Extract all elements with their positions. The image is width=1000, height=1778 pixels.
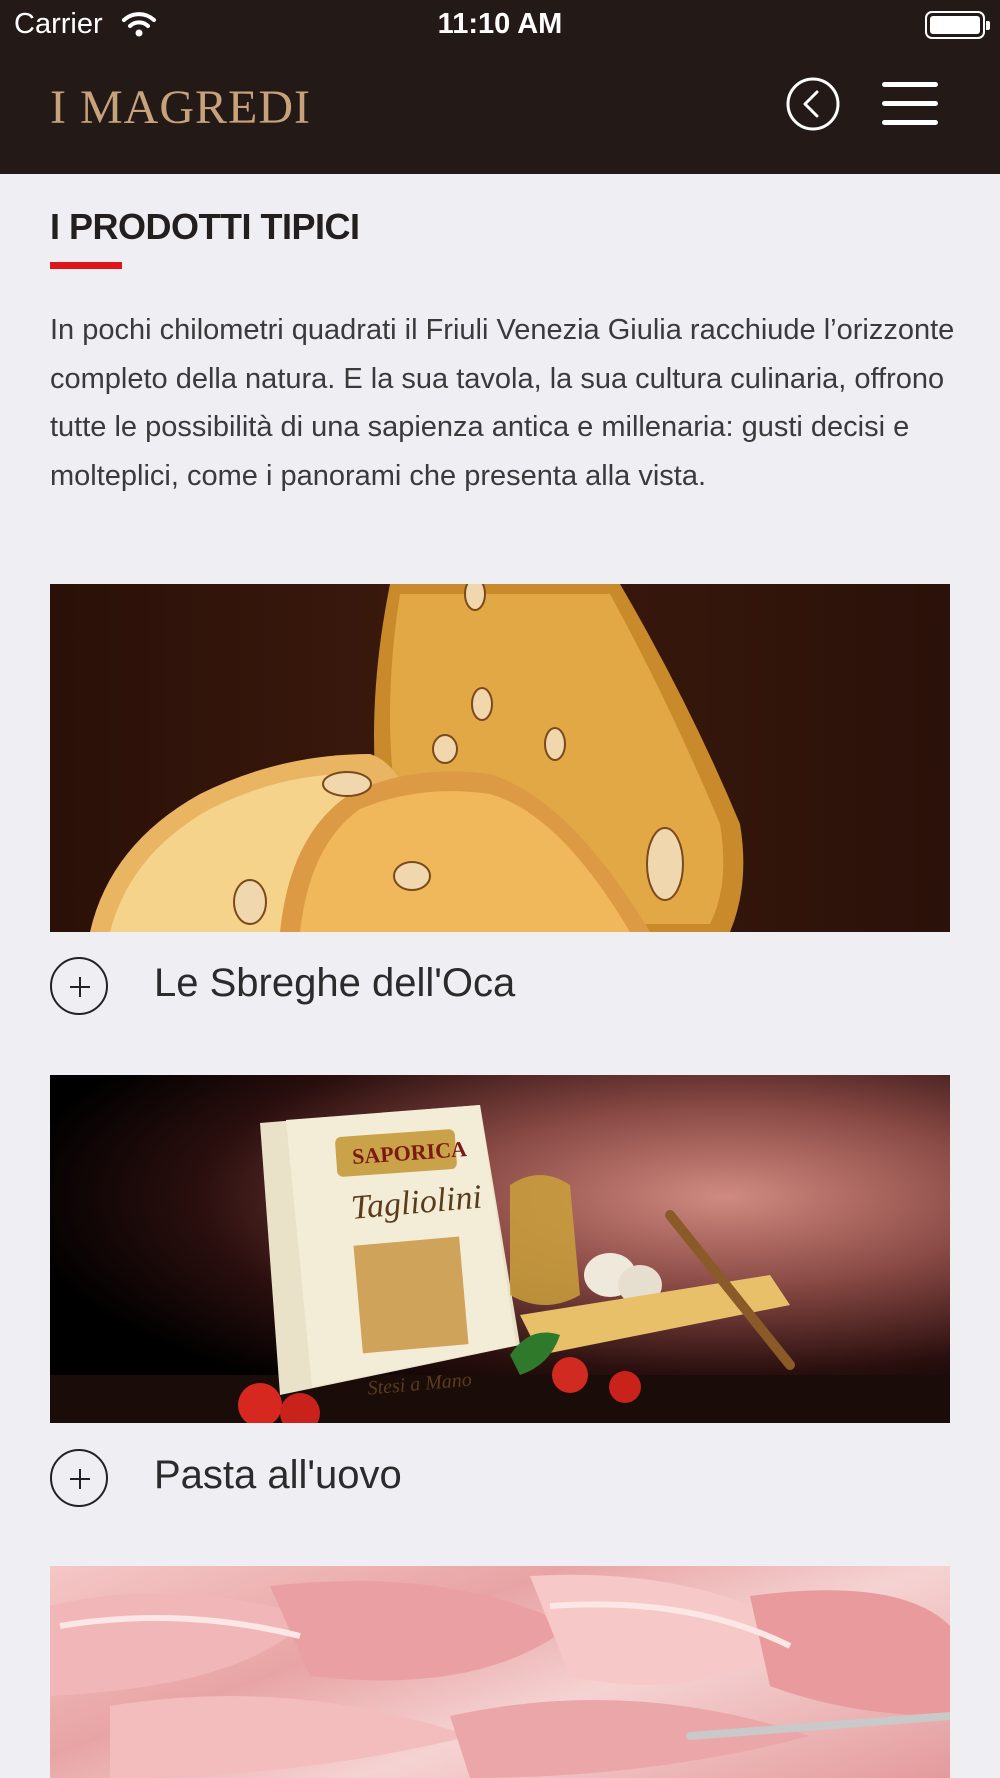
product-row-pasta[interactable]: Pasta all'uovo bbox=[50, 1449, 950, 1509]
plus-circle-icon[interactable] bbox=[50, 1449, 108, 1507]
app-logo[interactable]: I MAGREDI bbox=[50, 80, 311, 135]
product-row-sbreghe[interactable]: Le Sbreghe dell'Oca bbox=[50, 957, 950, 1017]
app-header: Carrier 11:10 AM I MAGREDI bbox=[0, 0, 1000, 174]
back-circle-icon[interactable] bbox=[786, 77, 840, 131]
product-label[interactable]: Le Sbreghe dell'Oca bbox=[154, 961, 515, 1006]
pasta-illustration: SAPORICA Tagliolini Stesi a Mano bbox=[50, 1105, 950, 1423]
prosciutto-illustration bbox=[50, 1574, 950, 1778]
intro-text: In pochi chilometri quadrati il Friuli V… bbox=[50, 314, 955, 492]
product-image-prosciutto[interactable] bbox=[50, 1566, 950, 1778]
status-bar: Carrier 11:10 AM bbox=[0, 0, 1000, 50]
product-image-sbreghe[interactable] bbox=[50, 584, 950, 932]
battery-icon bbox=[925, 11, 990, 39]
status-time: 11:10 AM bbox=[437, 8, 563, 40]
product-label[interactable]: Pasta all'uovo bbox=[154, 1453, 402, 1498]
plus-circle-icon[interactable] bbox=[50, 957, 108, 1015]
title-underline bbox=[50, 262, 122, 269]
product-image-pasta[interactable]: SAPORICA Tagliolini Stesi a Mano bbox=[50, 1075, 950, 1423]
page-title: I PRODOTTI TIPICI bbox=[50, 206, 360, 247]
biscotti-illustration bbox=[90, 584, 744, 932]
hamburger-menu-icon[interactable] bbox=[882, 82, 938, 126]
